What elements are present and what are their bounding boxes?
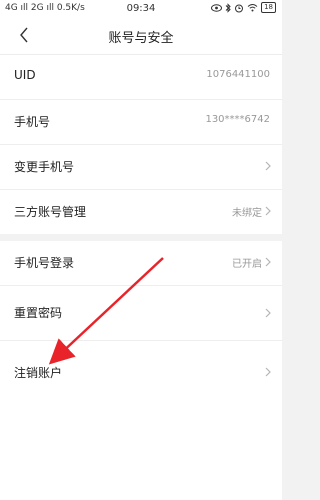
chevron-right-icon <box>265 206 271 216</box>
eye-icon <box>211 3 223 12</box>
third-party-account-label: 三方账号管理 <box>14 205 87 219</box>
phone-label: 手机号 <box>14 115 51 129</box>
phone-value: 130****6742 <box>205 114 270 125</box>
reset-password-label: 重置密码 <box>14 306 63 320</box>
status-icons: 18 <box>211 2 276 13</box>
change-phone-row[interactable]: 变更手机号 <box>0 145 282 190</box>
navigation-bar: 账号与安全 <box>0 18 282 55</box>
uid-row: UID 1076441100 <box>0 55 282 100</box>
change-phone-label: 变更手机号 <box>14 160 75 174</box>
wifi-icon <box>247 4 258 12</box>
deactivate-account-label: 注销账户 <box>14 366 63 380</box>
chevron-right-icon <box>265 367 271 377</box>
phone-row: 手机号 130****6742 <box>0 100 282 145</box>
reset-password-row[interactable]: 重置密码 <box>0 286 282 341</box>
chevron-right-icon <box>265 161 271 171</box>
blank-area <box>0 395 282 500</box>
battery-icon: 18 <box>261 2 276 13</box>
deactivate-account-row[interactable]: 注销账户 <box>0 341 282 399</box>
status-bar: 4G ıll 2G ıll 0.5K/s 09:34 18 <box>0 0 282 18</box>
third-party-account-status: 未绑定 <box>232 208 262 219</box>
security-section: 手机号登录 已开启 重置密码 注销账户 <box>0 241 282 399</box>
chevron-right-icon <box>265 308 271 318</box>
phone-login-label: 手机号登录 <box>14 256 75 270</box>
third-party-account-row[interactable]: 三方账号管理 未绑定 <box>0 190 282 234</box>
uid-value: 1076441100 <box>206 69 270 80</box>
account-info-section: UID 1076441100 手机号 130****6742 变更手机号 三方账… <box>0 55 282 234</box>
page-title: 账号与安全 <box>108 31 174 46</box>
phone-login-row[interactable]: 手机号登录 已开启 <box>0 241 282 286</box>
bluetooth-icon <box>225 2 231 13</box>
uid-label: UID <box>14 68 36 82</box>
alarm-icon <box>235 4 244 12</box>
chevron-right-icon <box>265 257 271 267</box>
phone-login-status: 已开启 <box>232 259 262 270</box>
